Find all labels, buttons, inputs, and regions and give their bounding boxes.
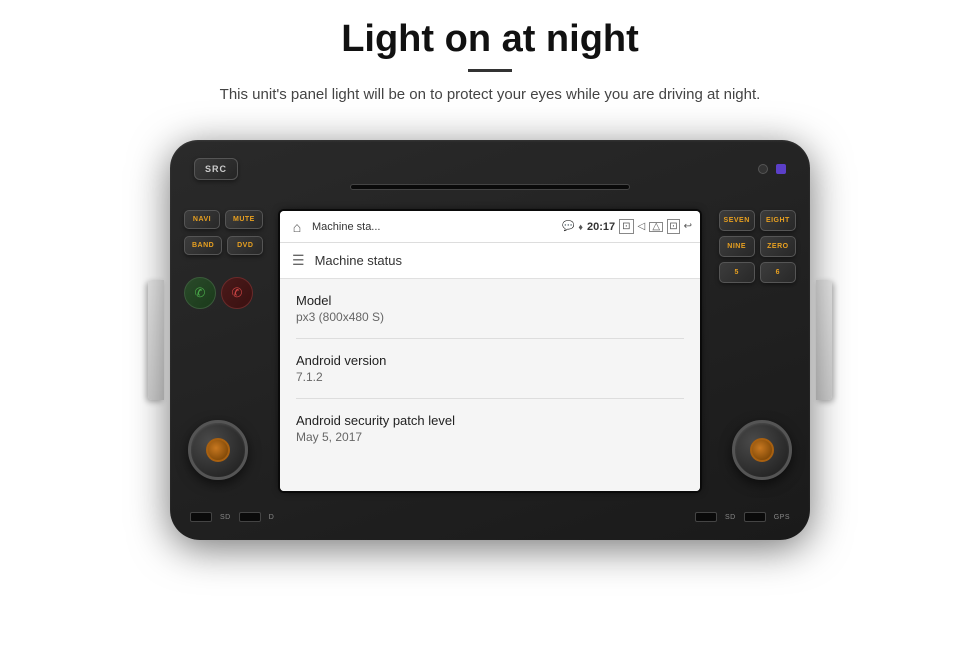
six-button[interactable]: 6 [760, 262, 796, 283]
security-patch-value: May 5, 2017 [296, 430, 684, 444]
mute-button[interactable]: MUTE [225, 210, 263, 229]
left-knob[interactable] [188, 420, 248, 480]
left-buttons: NAVI MUTE BAND DVD ✆ ✆ [184, 210, 263, 309]
call-accept-button[interactable]: ✆ [184, 277, 216, 309]
navi-mute-row: NAVI MUTE [184, 210, 263, 229]
unit-wrapper: SRC NAVI MUTE BAND DVD ✆ [160, 125, 820, 555]
eight-button[interactable]: EIGHT [760, 210, 796, 231]
volume-icon: ◁ [638, 221, 646, 232]
left-connectors: SD D [190, 512, 274, 522]
nav-icon: ♦ [578, 222, 583, 232]
cd-slot [350, 184, 630, 190]
model-value: px3 (800x480 S) [296, 310, 684, 324]
d-label: D [269, 514, 275, 521]
screen-icon: ⊡ [667, 219, 679, 234]
sd-slot [190, 512, 212, 522]
navi-button[interactable]: NAVI [184, 210, 220, 229]
seven-button[interactable]: SEVEN [719, 210, 755, 231]
right-knob[interactable] [732, 420, 792, 480]
left-mount [148, 280, 164, 400]
content-area: Model px3 (800x480 S) Android version 7.… [280, 279, 700, 491]
screen: ⌂ Machine sta... 💬 ♦ 20:17 ⊡ ◁ △ ⊡ ↩ [280, 211, 700, 491]
gps-slot [744, 512, 766, 522]
model-item: Model px3 (800x480 S) [296, 293, 684, 324]
band-dvd-row: BAND DVD [184, 236, 263, 255]
android-version-label: Android version [296, 353, 684, 368]
android-version-item: Android version 7.1.2 [296, 353, 684, 384]
status-icons: 💬 ♦ 20:17 ⊡ ◁ △ ⊡ ↩ [562, 219, 692, 234]
right-buttons: SEVEN EIGHT NINE ZERO 5 6 [719, 210, 796, 283]
home-icon[interactable]: ⌂ [288, 218, 306, 236]
d-slot [239, 512, 261, 522]
page-title: Light on at night [341, 18, 639, 61]
gps-label: GPS [774, 514, 790, 521]
src-button[interactable]: SRC [194, 158, 238, 180]
status-bar: ⌂ Machine sta... 💬 ♦ 20:17 ⊡ ◁ △ ⊡ ↩ [280, 211, 700, 243]
sd-label: SD [220, 514, 231, 521]
back-icon: ↩ [684, 221, 692, 232]
left-knob-center [206, 438, 230, 462]
sd2-label: SD [725, 514, 736, 521]
zero-button[interactable]: ZERO [760, 236, 796, 257]
page-subtitle: This unit's panel light will be on to pr… [220, 86, 761, 103]
android-version-value: 7.1.2 [296, 370, 684, 384]
call-end-button[interactable]: ✆ [221, 277, 253, 309]
title-divider [468, 69, 512, 72]
model-label: Model [296, 293, 684, 308]
nine-button[interactable]: NINE [719, 236, 755, 257]
band-button[interactable]: BAND [184, 236, 222, 255]
divider-1 [296, 338, 684, 339]
status-time: 20:17 [587, 221, 615, 233]
divider-2 [296, 398, 684, 399]
sd2-slot [695, 512, 717, 522]
number-grid: SEVEN EIGHT NINE ZERO 5 6 [719, 210, 796, 283]
dvd-button[interactable]: DVD [227, 236, 263, 255]
photo-icon: ⊡ [619, 219, 633, 234]
app-bar-title: Machine status [315, 253, 402, 268]
unit-body: SRC NAVI MUTE BAND DVD ✆ [170, 140, 810, 540]
right-knob-center [750, 438, 774, 462]
five-button[interactable]: 5 [719, 262, 755, 283]
menu-icon[interactable]: ☰ [292, 252, 305, 269]
app-bar: ☰ Machine status [280, 243, 700, 279]
bottom-connectors: SD D SD GPS [170, 512, 810, 522]
top-row: SRC [170, 158, 810, 180]
security-patch-label: Android security patch level [296, 413, 684, 428]
security-patch-item: Android security patch level May 5, 2017 [296, 413, 684, 444]
cast-icon: △ [649, 222, 663, 232]
page-container: Light on at night This unit's panel ligh… [0, 0, 980, 655]
chat-icon: 💬 [562, 221, 574, 232]
indicator-dot [758, 164, 768, 174]
call-buttons-row: ✆ ✆ [184, 277, 263, 309]
right-mount [816, 280, 832, 400]
right-connectors: SD GPS [695, 512, 790, 522]
purple-indicator [776, 164, 786, 174]
status-app-name: Machine sta... [312, 221, 556, 233]
